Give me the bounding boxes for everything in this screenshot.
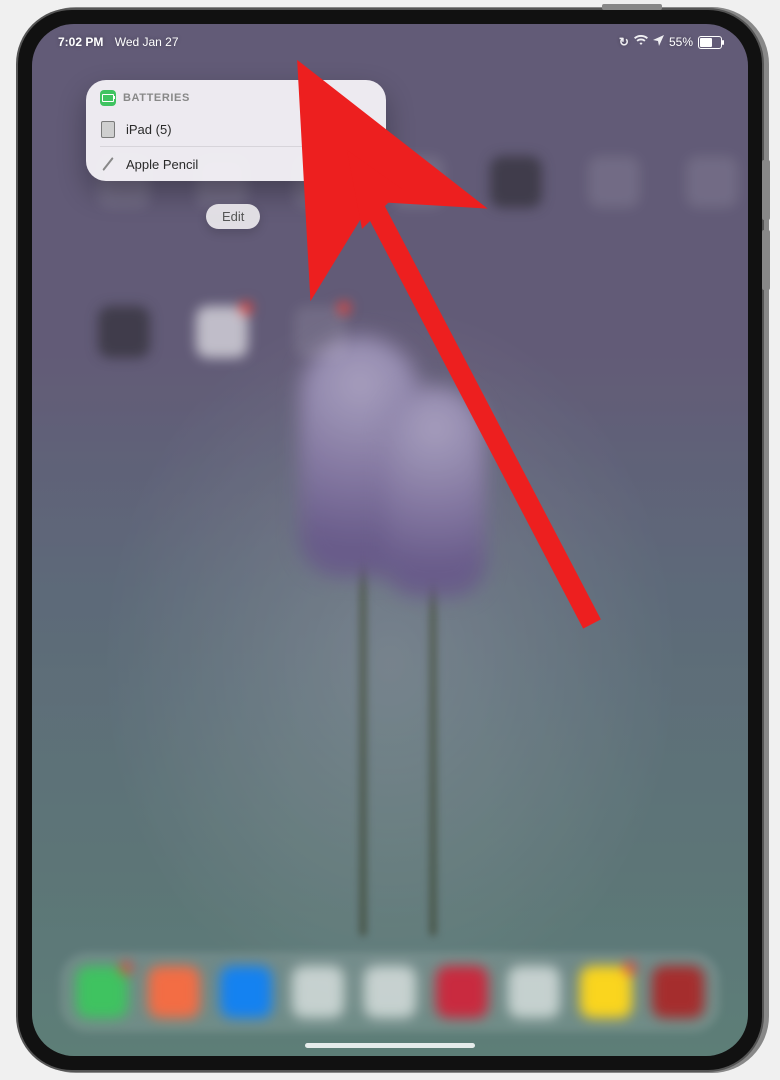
- battery-level-icon: ϟ: [346, 157, 372, 171]
- ipad-frame: 7:02 PM Wed Jan 27 ↻ 55%: [18, 10, 762, 1070]
- widget-title: BATTERIES: [123, 92, 190, 104]
- battery-row-pencil: Apple Pencil 100% ϟ: [86, 147, 386, 181]
- dock-app-icon[interactable]: [508, 966, 560, 1018]
- location-icon: [653, 35, 664, 49]
- app-icon[interactable]: [294, 306, 346, 358]
- status-time: 7:02 PM: [58, 35, 103, 49]
- dock: [60, 952, 720, 1032]
- edit-button[interactable]: Edit: [206, 204, 260, 229]
- app-icon[interactable]: [490, 156, 542, 208]
- battery-icon: [698, 36, 722, 49]
- batteries-widget[interactable]: BATTERIES iPad (5) 55% Apple Pencil 100%…: [86, 80, 386, 181]
- sync-icon: ↻: [619, 35, 629, 49]
- device-pct: 100%: [307, 157, 340, 172]
- ipad-icon: [100, 121, 116, 137]
- wifi-icon: [634, 35, 648, 49]
- app-icon[interactable]: [392, 156, 444, 208]
- dock-app-icon[interactable]: [652, 966, 704, 1018]
- dock-app-icon[interactable]: [436, 966, 488, 1018]
- dock-app-icon[interactable]: [580, 966, 632, 1018]
- device-pct: 55%: [314, 122, 340, 137]
- status-bar: 7:02 PM Wed Jan 27 ↻ 55%: [32, 30, 748, 54]
- status-date: Wed Jan 27: [115, 35, 179, 49]
- volume-down-button[interactable]: [762, 230, 770, 290]
- app-icon[interactable]: [196, 306, 248, 358]
- status-battery-pct: 55%: [669, 35, 693, 49]
- dock-app-icon[interactable]: [364, 966, 416, 1018]
- home-indicator[interactable]: [305, 1043, 475, 1048]
- edit-label: Edit: [222, 209, 244, 224]
- volume-up-button[interactable]: [762, 160, 770, 220]
- charging-icon: ϟ: [355, 159, 360, 169]
- home-icons-row: [98, 306, 346, 358]
- battery-app-icon: [100, 90, 116, 106]
- app-icon[interactable]: [588, 156, 640, 208]
- dock-app-icon[interactable]: [148, 966, 200, 1018]
- dock-app-icon[interactable]: [220, 966, 272, 1018]
- dock-app-icon[interactable]: [292, 966, 344, 1018]
- device-name: Apple Pencil: [126, 157, 307, 172]
- battery-level-icon: [346, 122, 372, 136]
- widget-header: BATTERIES: [86, 80, 386, 112]
- app-icon[interactable]: [686, 156, 738, 208]
- screen: 7:02 PM Wed Jan 27 ↻ 55%: [32, 24, 748, 1056]
- device-name: iPad (5): [126, 122, 314, 137]
- app-icon[interactable]: [98, 306, 150, 358]
- battery-row-ipad: iPad (5) 55%: [86, 112, 386, 146]
- power-button[interactable]: [602, 4, 662, 10]
- dock-app-icon[interactable]: [76, 966, 128, 1018]
- pencil-icon: [100, 156, 116, 172]
